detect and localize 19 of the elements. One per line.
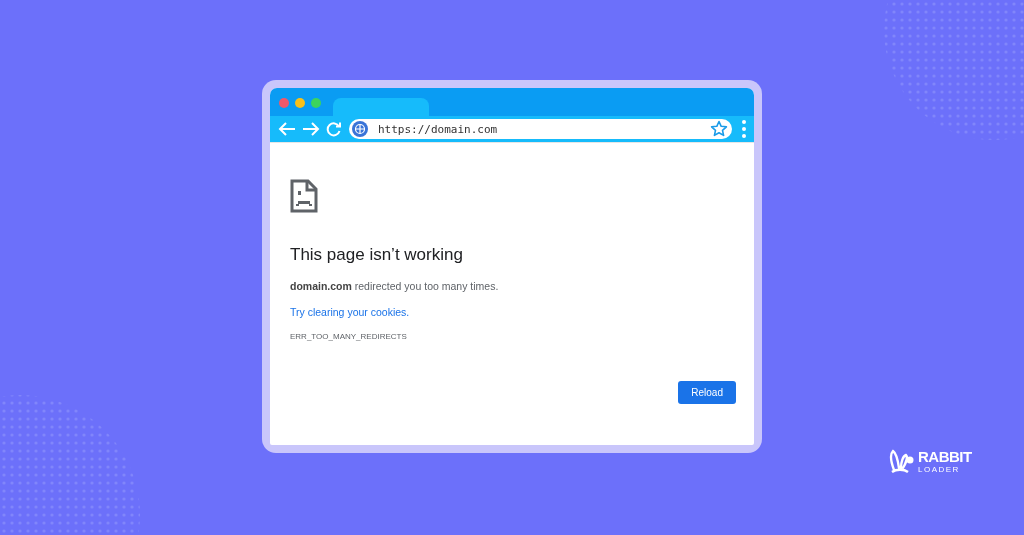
reload-button[interactable]: Reload [678, 381, 736, 404]
back-arrow-icon[interactable] [278, 122, 296, 136]
address-bar[interactable]: https://domain.com [349, 119, 732, 139]
sad-document-icon [290, 179, 318, 213]
logo-text: RABBIT [918, 448, 972, 464]
reload-icon[interactable] [326, 121, 341, 137]
error-heading: This page isn’t working [290, 245, 463, 265]
forward-arrow-icon[interactable] [302, 122, 320, 136]
error-code: ERR_TOO_MANY_REDIRECTS [290, 332, 407, 341]
globe-icon [352, 121, 368, 137]
rabbit-ears-icon [889, 448, 915, 474]
logo-subtext: LOADER [918, 465, 961, 474]
clear-cookies-link[interactable]: Try clearing your cookies. [290, 306, 410, 318]
error-message: domain.com redirected you too many times. [290, 280, 499, 292]
minimize-dot-icon[interactable] [295, 98, 305, 108]
maximize-dot-icon[interactable] [311, 98, 321, 108]
close-dot-icon[interactable] [279, 98, 289, 108]
menu-icon[interactable] [742, 120, 746, 138]
star-icon[interactable] [710, 120, 728, 138]
